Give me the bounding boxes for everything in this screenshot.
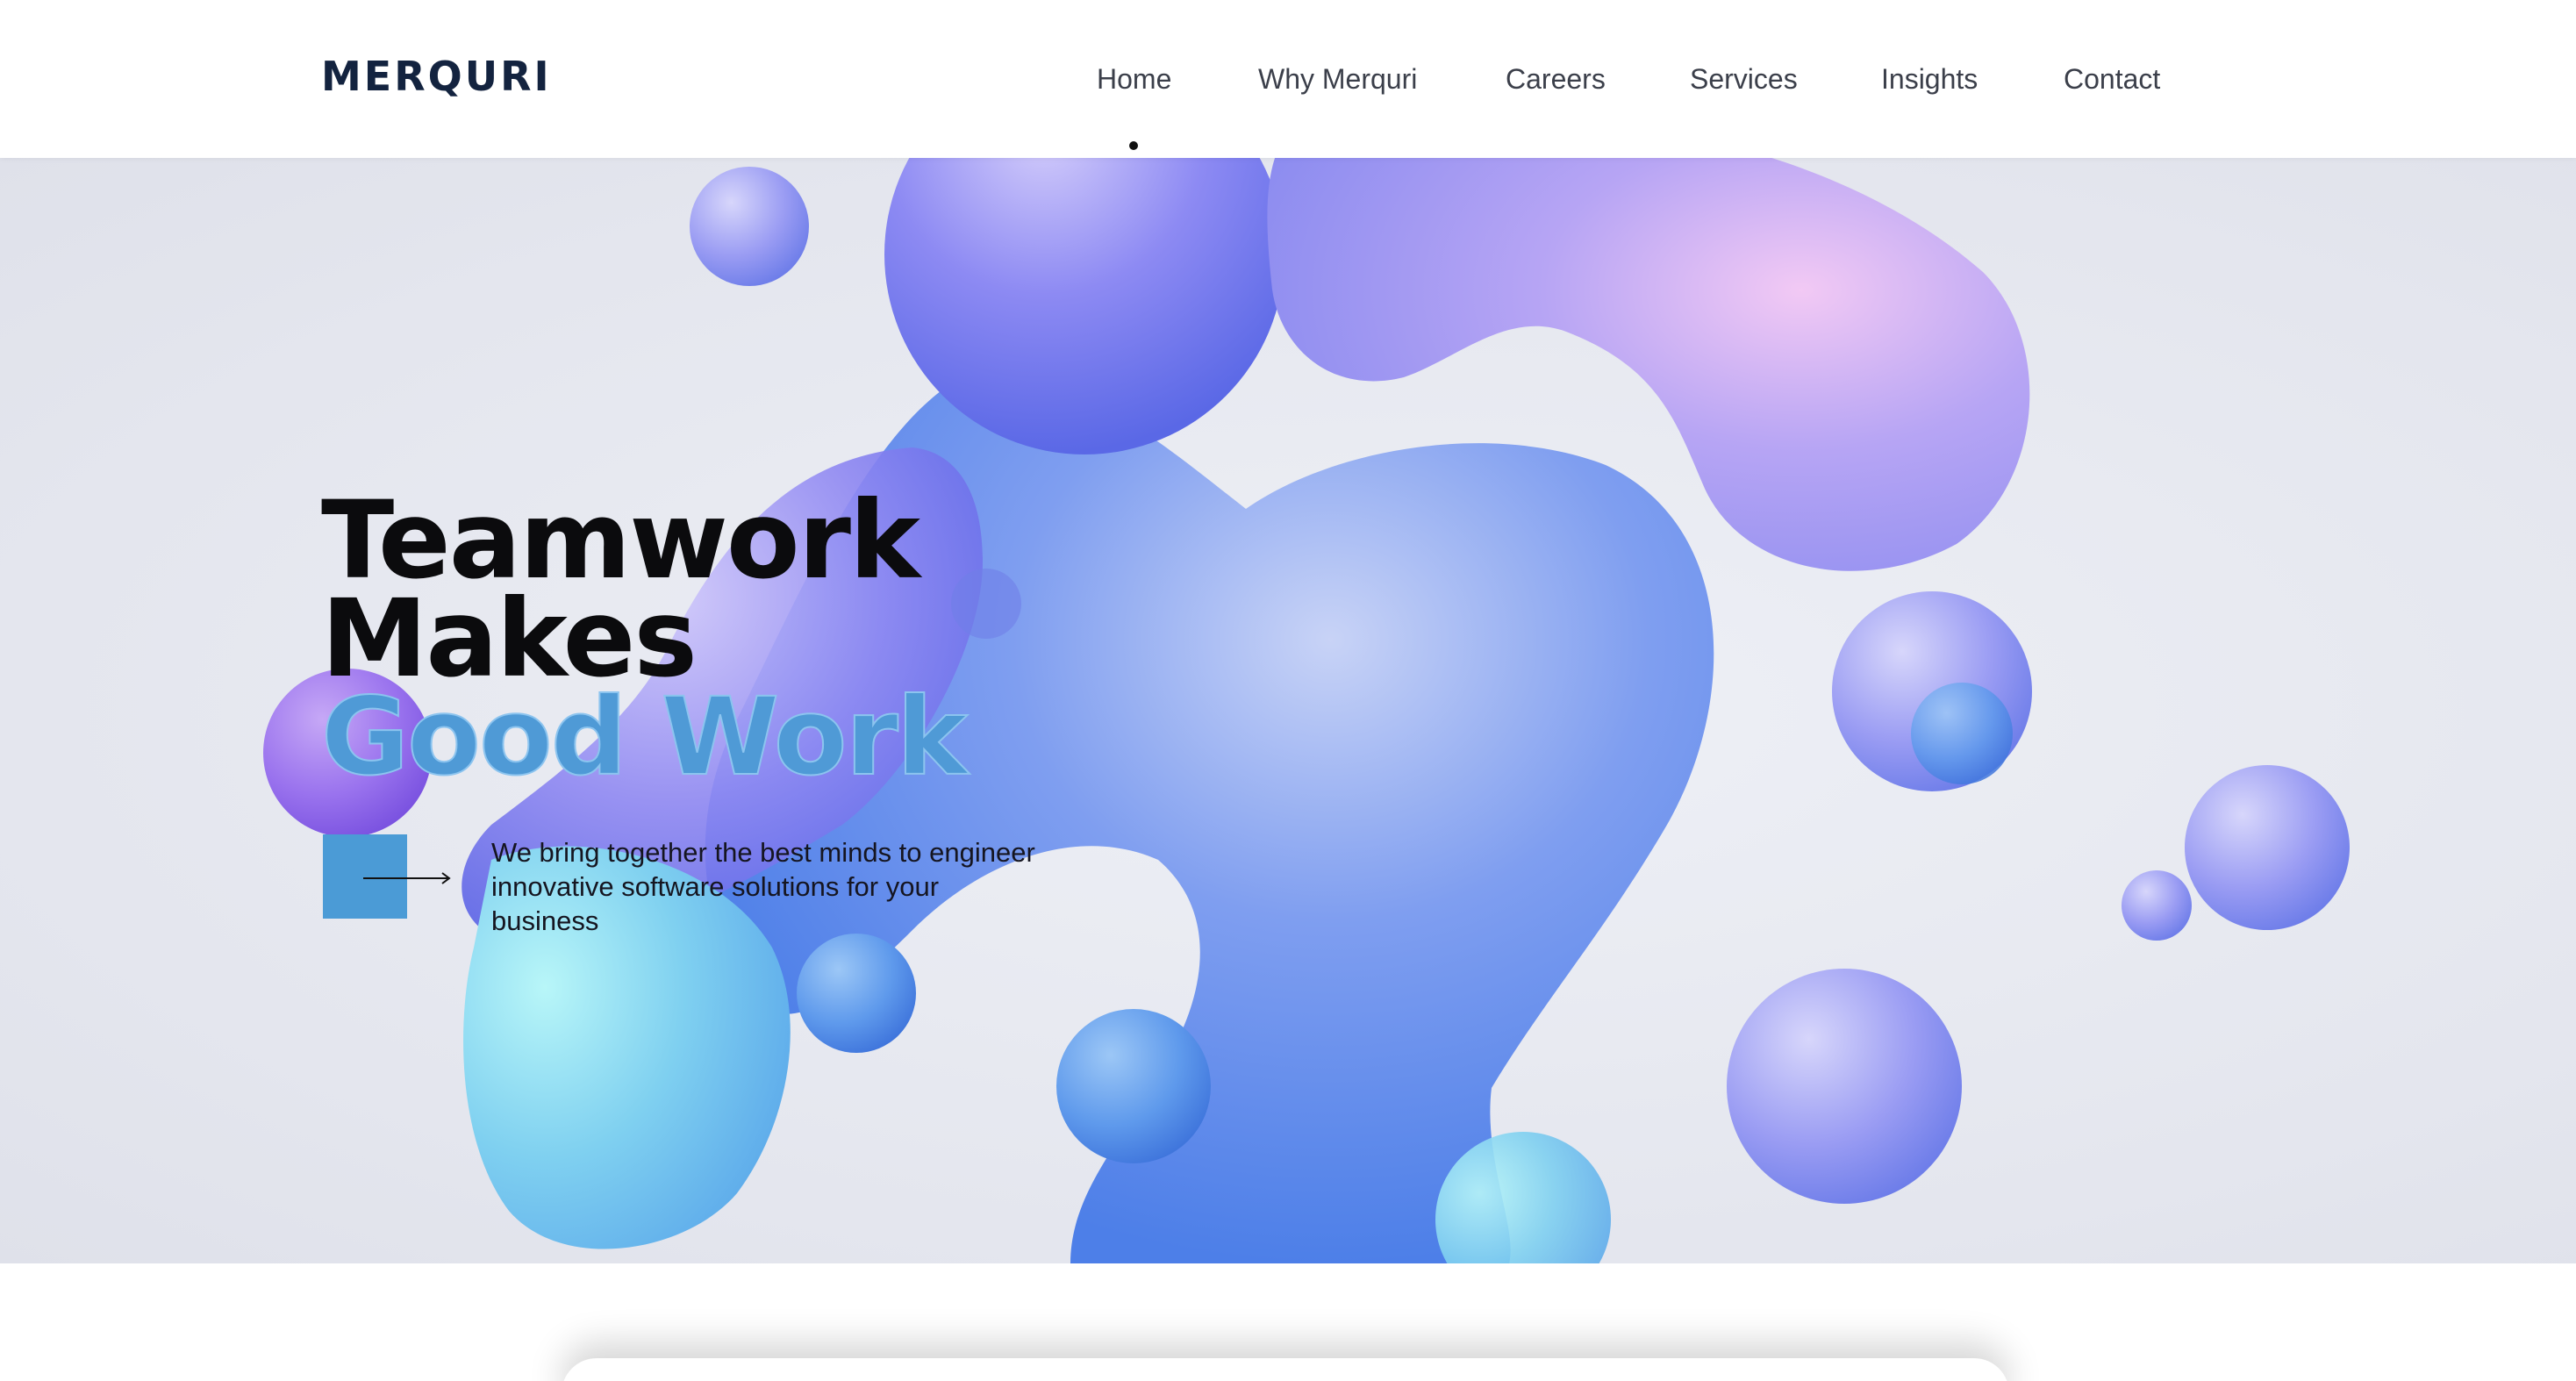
site-header: MERQURI Home Why Merquri Careers Service… [0, 0, 2576, 158]
nav-contact[interactable]: Contact [2064, 63, 2160, 96]
hero-section: Teamwork Makes Good Work We bring togeth… [0, 158, 2576, 1263]
headline-line-1: Teamwork [321, 478, 920, 603]
page: Teamwork Makes Good Work We bring togeth… [0, 0, 2576, 1381]
nav-careers[interactable]: Careers [1506, 63, 1606, 96]
headline-line-2: Makes [321, 576, 698, 701]
headline-accent: Good Work [320, 675, 969, 799]
hero-tagline: We bring together the best minds to engi… [491, 837, 1035, 936]
arrow-right-icon[interactable] [361, 865, 454, 891]
nav-why-merquri[interactable]: Why Merquri [1258, 63, 1417, 96]
nav-services[interactable]: Services [1690, 63, 1798, 96]
nav-home[interactable]: Home [1097, 63, 1171, 96]
hero-headline: Teamwork Makes Good Work [320, 478, 969, 799]
content-card-edge [562, 1358, 2009, 1381]
main-nav: Home Why Merquri Careers Services Insigh… [0, 63, 2576, 107]
active-nav-indicator [1129, 141, 1138, 150]
nav-insights[interactable]: Insights [1881, 63, 1978, 96]
